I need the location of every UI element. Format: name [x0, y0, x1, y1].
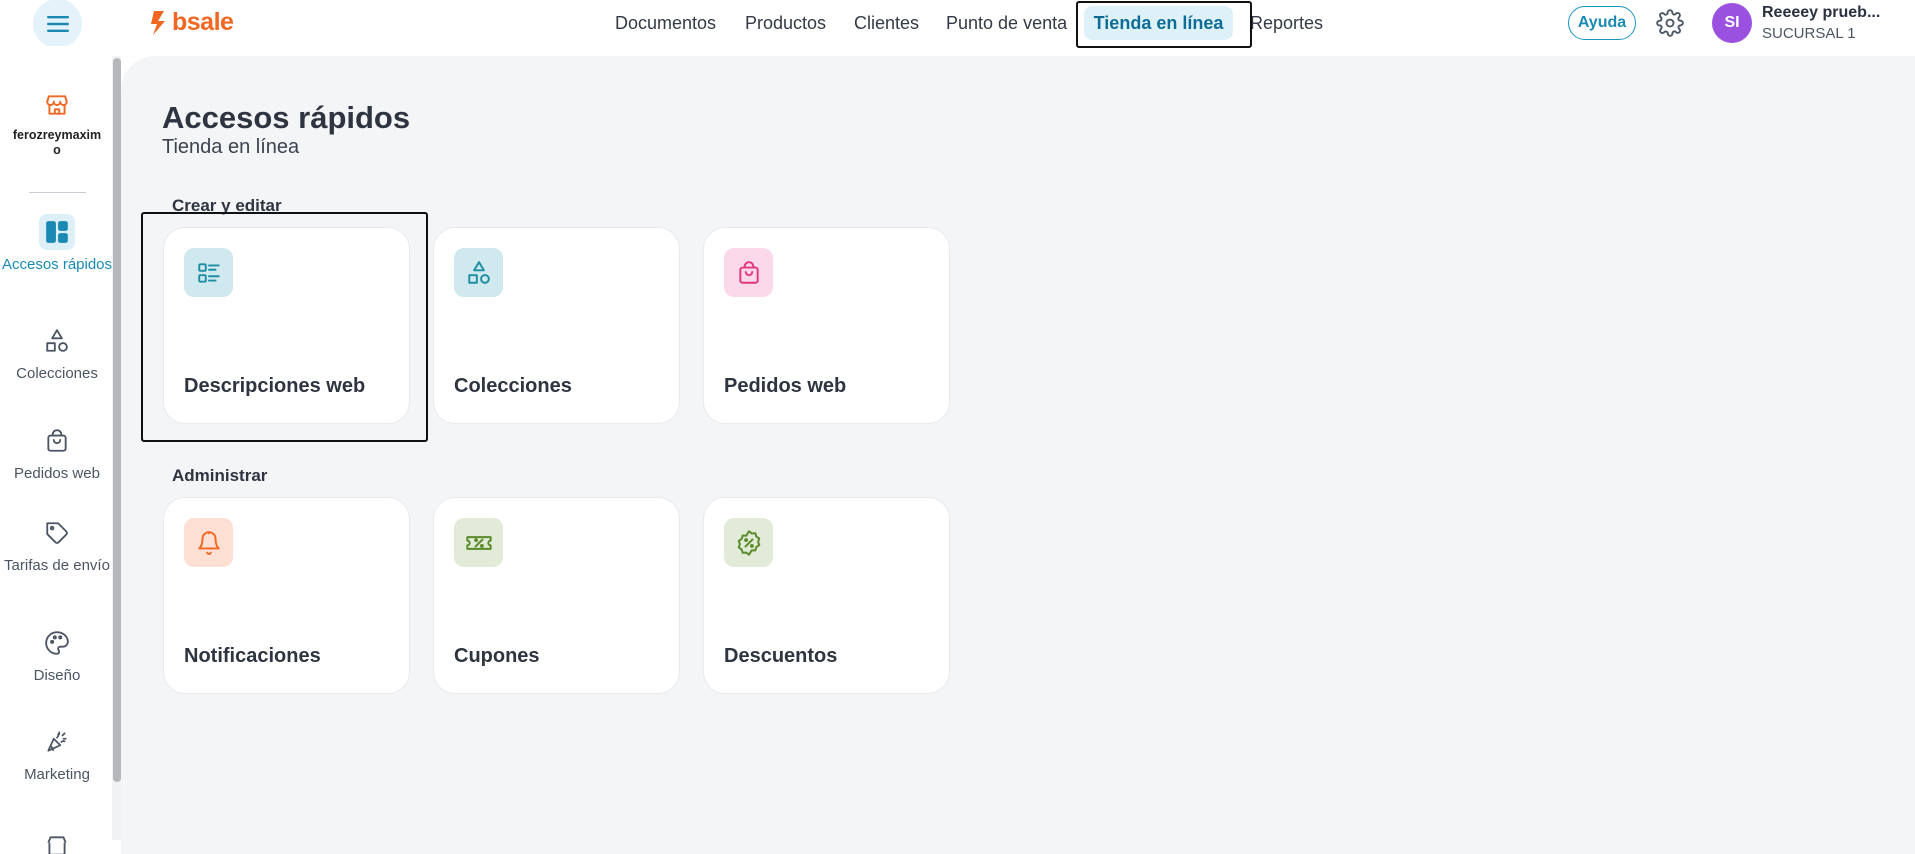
sidebar-item-accesos-rapidos[interactable]: Accesos rápidos — [0, 214, 114, 273]
shapes-icon — [467, 260, 490, 284]
megaphone-icon — [47, 731, 67, 752]
sidebar: ferozreymaximo Accesos rápidos Coleccion… — [0, 46, 114, 854]
tag-icon — [46, 522, 68, 544]
shopping-bag-icon — [738, 260, 759, 284]
page-title: Accesos rápidos — [162, 100, 411, 135]
ticket-icon — [465, 535, 492, 550]
store-icon — [47, 836, 67, 854]
card-pedidos-web[interactable]: Pedidos web — [703, 227, 950, 424]
sidebar-divider — [29, 192, 86, 193]
nav-productos[interactable]: Productos — [745, 13, 826, 34]
sidebar-scrollbar-thumb[interactable] — [113, 58, 121, 782]
shopping-bag-icon — [47, 429, 67, 452]
store-selector[interactable]: ferozreymaximo — [0, 92, 114, 158]
card-descuentos[interactable]: Descuentos — [703, 497, 950, 694]
store-name: ferozreymaximo — [12, 128, 102, 157]
sidebar-item-tarifas-de-envio[interactable]: Tarifas de envío — [0, 515, 114, 574]
card-label: Colecciones — [454, 375, 572, 397]
store-icon — [46, 95, 68, 115]
nav-documentos[interactable]: Documentos — [615, 13, 716, 34]
nav-punto-de-venta[interactable]: Punto de venta — [946, 13, 1067, 34]
dashboard-icon — [46, 221, 68, 243]
card-label: Pedidos web — [724, 375, 847, 397]
hamburger-menu-button[interactable] — [33, 0, 82, 48]
sidebar-item-label: Diseño — [33, 667, 81, 684]
sidebar-item-label: Tarifas de envío — [4, 557, 110, 574]
main-content: Accesos rápidos Tienda en línea Crear y … — [121, 56, 1915, 854]
card-colecciones[interactable]: Colecciones — [433, 227, 680, 424]
sidebar-item-diseno[interactable]: Diseño — [0, 625, 114, 684]
section-title-administrar: Administrar — [172, 466, 268, 485]
brand-name: bsale — [172, 8, 234, 36]
bell-icon — [197, 530, 220, 555]
user-branch: SUCURSAL 1 — [1762, 25, 1856, 42]
sidebar-item-label: Marketing — [24, 766, 90, 783]
card-label: Descuentos — [724, 645, 838, 667]
sidebar-item-label: Colecciones — [16, 365, 98, 382]
sidebar-item-colecciones[interactable]: Colecciones — [0, 323, 114, 382]
card-label: Notificaciones — [184, 645, 321, 667]
help-button[interactable]: Ayuda — [1568, 6, 1636, 40]
hamburger-icon — [46, 15, 69, 32]
nav-clientes[interactable]: Clientes — [854, 13, 919, 34]
nav-tienda-en-linea[interactable]: Tienda en línea — [1084, 6, 1233, 40]
bsale-logo-icon — [151, 10, 165, 35]
card-label: Cupones — [454, 645, 540, 667]
sidebar-item-more[interactable] — [0, 828, 114, 854]
section-title-crear-y-editar: Crear y editar — [172, 196, 282, 215]
card-descripciones-web[interactable]: Descripciones web — [163, 227, 410, 424]
list-icon — [197, 262, 220, 283]
top-bar: bsale Documentos Productos Clientes Punt… — [0, 0, 1915, 48]
sidebar-item-label: Pedidos web — [14, 465, 100, 482]
user-avatar[interactable]: SI — [1712, 3, 1752, 43]
sidebar-item-marketing[interactable]: Marketing — [0, 724, 114, 783]
sidebar-item-pedidos-web[interactable]: Pedidos web — [0, 423, 114, 482]
card-notificaciones[interactable]: Notificaciones — [163, 497, 410, 694]
palette-icon — [45, 631, 69, 655]
bsale-logo[interactable]: bsale — [150, 8, 234, 37]
sidebar-item-label: Accesos rápidos — [1, 256, 113, 273]
settings-button[interactable] — [1656, 9, 1684, 42]
gear-icon — [1656, 9, 1684, 37]
card-label: Descripciones web — [184, 375, 366, 397]
nav-reportes[interactable]: Reportes — [1250, 13, 1323, 34]
discount-badge-icon — [737, 529, 760, 556]
page-subtitle: Tienda en línea — [162, 136, 300, 158]
user-name[interactable]: Reeeey prueb... — [1762, 4, 1880, 22]
shapes-icon — [46, 329, 68, 352]
card-cupones[interactable]: Cupones — [433, 497, 680, 694]
